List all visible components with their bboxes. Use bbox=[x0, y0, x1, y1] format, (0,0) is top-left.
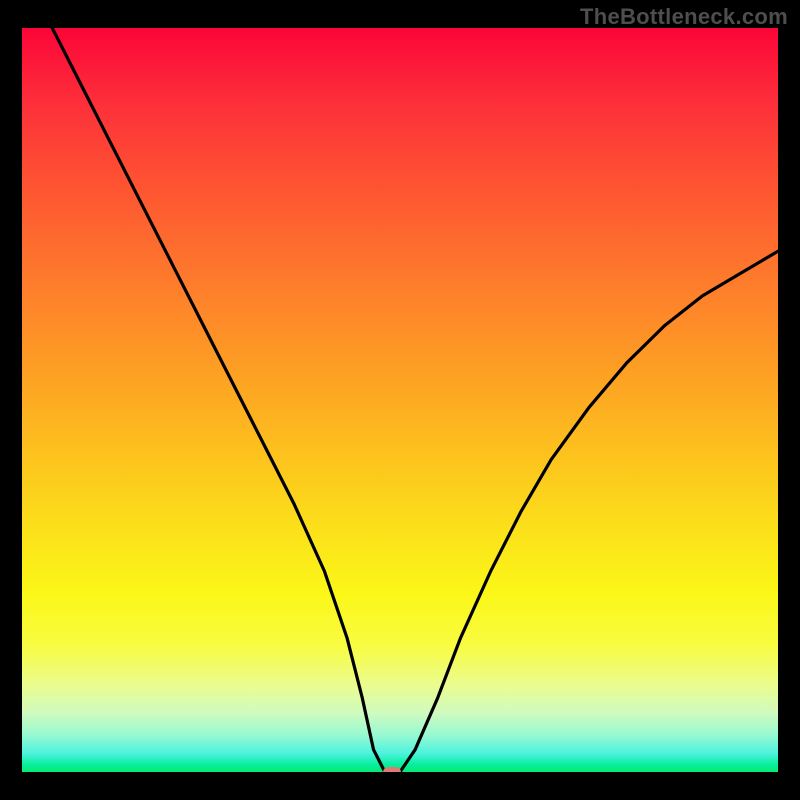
curve-svg bbox=[22, 28, 778, 772]
watermark-text: TheBottleneck.com bbox=[580, 4, 788, 30]
minimum-marker bbox=[383, 767, 401, 772]
chart-frame: TheBottleneck.com bbox=[0, 0, 800, 800]
bottleneck-curve bbox=[52, 28, 778, 772]
plot-area bbox=[22, 28, 778, 772]
